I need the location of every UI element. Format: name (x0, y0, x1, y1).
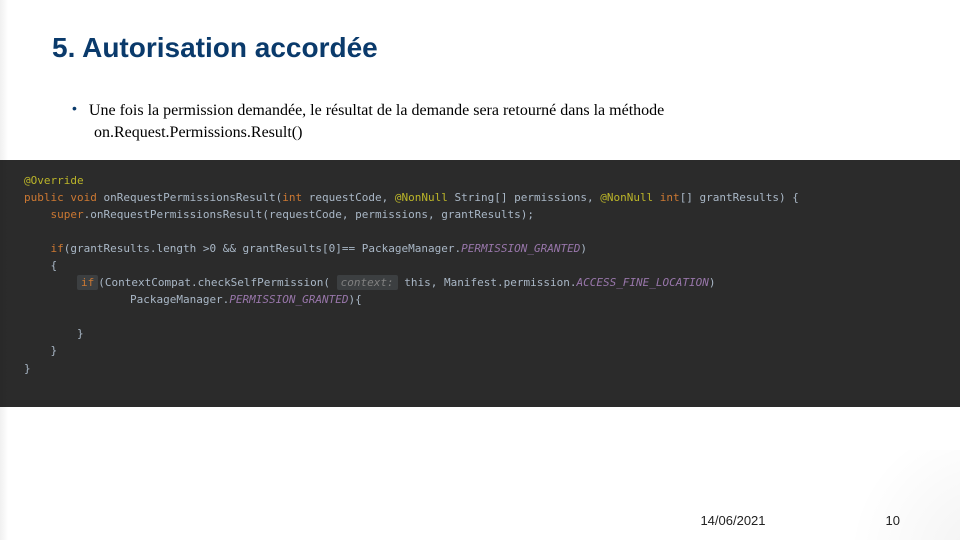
code-text: .onRequestPermissionsResult(requestCode,… (84, 208, 534, 221)
bullet-item: • Une fois la permission demandée, le ré… (0, 64, 960, 120)
code-text: PackageManager. (130, 293, 229, 306)
slide-title: 5. Autorisation accordée (0, 0, 960, 64)
code-text: ) (709, 276, 716, 289)
left-shadow (0, 0, 8, 540)
code-kw: if (81, 276, 94, 289)
code-text: this, Manifest.permission. (398, 276, 577, 289)
code-const: PERMISSION_GRANTED (461, 242, 580, 255)
code-text: onRequestPermissionsResult( (97, 191, 282, 204)
code-kw: super (51, 208, 84, 221)
code-text: ){ (349, 293, 362, 306)
bullet-method: on.Request.Permissions.Result() (0, 120, 960, 142)
footer-page: 10 (886, 513, 900, 528)
code-annotation: @Override (24, 174, 84, 187)
code-const: ACCESS_FINE_LOCATION (576, 276, 708, 289)
bullet-icon: • (72, 100, 77, 116)
code-text: (ContextCompat.checkSelfPermission( (98, 276, 336, 289)
code-text: { (51, 259, 58, 272)
code-text: ) (580, 242, 587, 255)
code-kw: public void (24, 191, 97, 204)
code-kw: int (282, 191, 302, 204)
footer-date: 14/06/2021 (700, 513, 765, 528)
code-chip: if (77, 275, 98, 290)
slide: 5. Autorisation accordée • Une fois la p… (0, 0, 960, 540)
code-text: } (77, 327, 84, 340)
code-kw: int (653, 191, 680, 204)
code-text: [] grantResults) { (680, 191, 799, 204)
code-annotation: @NonNull (395, 191, 448, 204)
footer: 14/06/2021 10 (0, 513, 960, 528)
code-text: } (51, 344, 58, 357)
code-text: requestCode, (302, 191, 395, 204)
code-text: (grantResults.length >0 && grantResults[… (64, 242, 461, 255)
code-text: String[] permissions, (448, 191, 600, 204)
code-text: } (24, 362, 31, 375)
code-const: PERMISSION_GRANTED (229, 293, 348, 306)
bullet-text: Une fois la permission demandée, le résu… (89, 102, 664, 120)
code-kw: if (51, 242, 64, 255)
code-annotation: @NonNull (600, 191, 653, 204)
code-param-hint: context: (337, 275, 398, 290)
code-block: @Override public void onRequestPermissio… (0, 160, 960, 407)
